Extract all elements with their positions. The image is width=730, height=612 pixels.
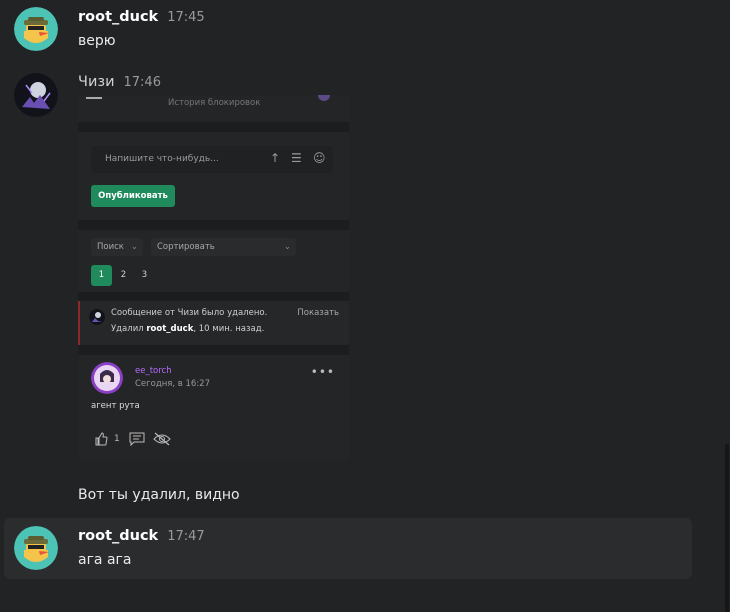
- scrollbar[interactable]: [724, 0, 730, 612]
- post-text: агент рута: [91, 401, 140, 411]
- page-3: 3: [141, 270, 148, 280]
- post-avatar: [91, 362, 123, 394]
- image-attachment[interactable]: История блокировок Напишите что-нибудь..…: [78, 95, 349, 459]
- compose-box[interactable]: Напишите что-нибудь... ↑ ☰ ☺: [91, 146, 333, 173]
- message: root_duck 17:45 верю: [0, 0, 692, 64]
- emoji-icon: ☺: [313, 151, 326, 165]
- deleted-by: Удалил root_duck, 10 мин. назад.: [111, 324, 265, 334]
- chevron-down-icon: ⌄: [130, 242, 138, 252]
- page-1: 1: [91, 265, 112, 286]
- message-text: ага ага: [78, 552, 132, 568]
- user-avatar[interactable]: [14, 73, 58, 117]
- search-select: Поиск ⌄: [91, 238, 143, 256]
- sort-select-label: Сортировать: [157, 242, 215, 252]
- duck-avatar[interactable]: [14, 7, 58, 51]
- compose-placeholder: Напишите что-нибудь...: [105, 154, 219, 164]
- show-link: Показать: [297, 308, 339, 318]
- post-author: ee_torch: [135, 366, 172, 376]
- chat-log: root_duck 17:45 верю Чизи 17:46 Вот ты у…: [0, 0, 724, 612]
- message-author[interactable]: root_duck: [78, 9, 158, 25]
- blocklist-link: История блокировок: [168, 98, 261, 108]
- more-icon: •••: [310, 365, 335, 379]
- separator: [78, 345, 349, 355]
- separator: [78, 220, 349, 230]
- sort-select: Сортировать ⌄: [151, 238, 296, 256]
- message-text: Вот ты удалил, видно: [78, 487, 240, 503]
- scrollbar-thumb[interactable]: [725, 444, 729, 612]
- duck-avatar[interactable]: [14, 526, 58, 570]
- message-time: 17:45: [167, 10, 205, 25]
- page-2: 2: [120, 270, 127, 280]
- chevron-down-icon: ⌄: [283, 242, 291, 252]
- message-author[interactable]: Чизи: [78, 74, 115, 90]
- user-avatar: [89, 309, 105, 325]
- post-time: Сегодня, в 16:27: [135, 379, 210, 389]
- message: root_duck 17:47 ага ага: [4, 518, 692, 579]
- separator: [78, 122, 349, 132]
- hide-icon: [153, 432, 171, 449]
- reply-icon: [129, 432, 145, 449]
- menu-icon: [86, 97, 102, 99]
- upload-icon: ↑: [270, 151, 281, 165]
- search-select-label: Поиск: [97, 242, 124, 252]
- like-icon: [94, 432, 108, 449]
- message-text: верю: [78, 33, 116, 49]
- deleted-message-notice: Сообщение от Чизи было удалено. Удалил r…: [78, 301, 349, 345]
- deleted-text: Сообщение от Чизи было удалено.: [111, 308, 268, 318]
- message-time: 17:47: [167, 529, 205, 544]
- avatar-icon: [318, 95, 330, 101]
- message-author[interactable]: root_duck: [78, 528, 158, 544]
- list-icon: ☰: [291, 151, 302, 165]
- message-time: 17:46: [123, 75, 161, 90]
- like-count: 1: [114, 434, 120, 444]
- publish-button: Опубликовать: [91, 185, 175, 207]
